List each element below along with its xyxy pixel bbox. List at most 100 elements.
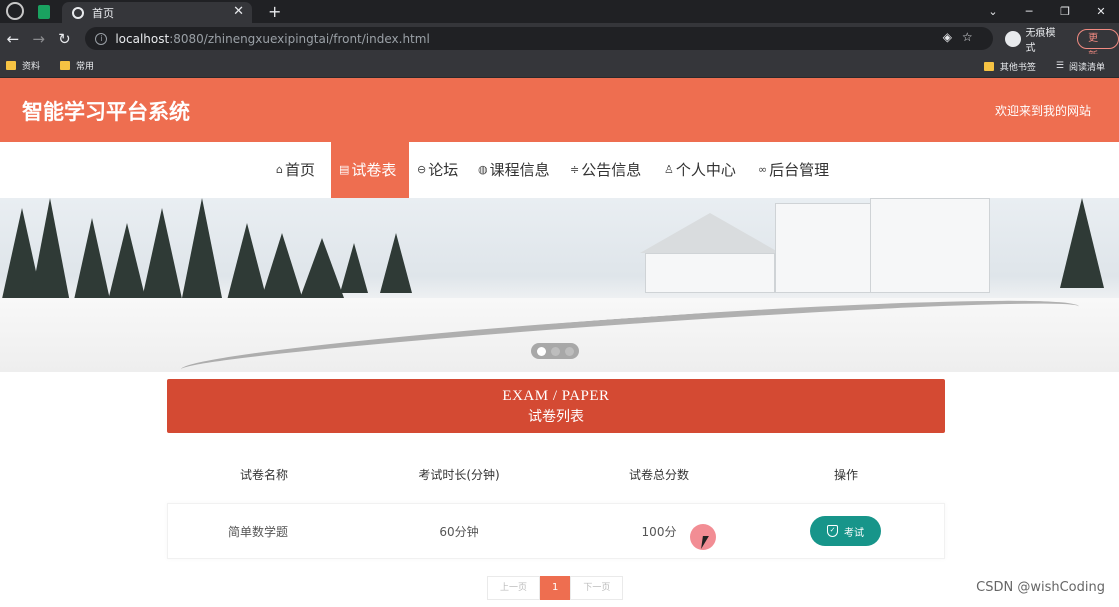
banner-house — [870, 198, 990, 293]
table-header-duration: 考试时长(分钟) — [418, 468, 500, 482]
nav-label: 后台管理 — [769, 161, 830, 179]
carousel-indicator — [531, 343, 579, 359]
star-icon[interactable]: ◈☆ — [943, 30, 983, 44]
banner-tree — [380, 233, 412, 293]
pinned-tab-icon[interactable] — [38, 5, 50, 19]
address-bar-row: ← → ↻ i localhost :8080/zhinengxuexiping… — [0, 23, 1119, 62]
chevron-down-icon[interactable]: ⌄ — [975, 5, 1011, 18]
user-icon: ♙ — [664, 163, 674, 176]
paper-name-cell: 简单数学题 — [227, 525, 288, 539]
browser-tab-bar: 首页 ✕ + ⌄ ─ ❐ ✕ — [0, 0, 1119, 23]
section-title-en: EXAM / PAPER — [502, 388, 610, 404]
banner-tree — [340, 243, 368, 293]
table-header-action: 操作 — [833, 468, 858, 482]
restore-icon[interactable]: ❐ — [1047, 5, 1083, 18]
next-page-button[interactable]: 下一页 — [570, 576, 624, 600]
reload-icon[interactable]: ↻ — [52, 30, 78, 48]
pagination: 上一页 1 下一页 — [487, 576, 624, 600]
folder-icon — [983, 61, 994, 71]
hero-banner[interactable] — [0, 198, 1119, 372]
bookmark-folder[interactable]: 常用 — [60, 59, 94, 72]
url-input[interactable]: i localhost :8080/zhinengxuexipingtai/fr… — [85, 27, 993, 50]
nav-label: 论坛 — [428, 161, 459, 179]
nav-label: 试卷表 — [351, 161, 397, 179]
notice-icon: ≑ — [570, 163, 580, 176]
exam-button[interactable]: ✓ 考试 — [810, 516, 881, 546]
course-icon: ◍ — [478, 163, 488, 176]
nav-item-profile[interactable]: ♙ 个人中心 — [656, 142, 744, 198]
banner-tree — [300, 238, 344, 298]
url-path: :8080/zhinengxuexipingtai/front/index.ht… — [169, 31, 430, 46]
welcome-text: 欢迎来到我的网站 — [994, 104, 1091, 118]
carousel-dot[interactable] — [550, 346, 560, 356]
paper-icon: ▤ — [339, 163, 350, 176]
bookmark-label: 常用 — [76, 62, 95, 72]
table-header-score: 试卷总分数 — [628, 468, 689, 482]
info-icon[interactable]: i — [95, 32, 108, 45]
banner-tree — [1060, 198, 1104, 288]
home-icon: ⌂ — [276, 163, 283, 176]
browser-tab-active[interactable]: 首页 ✕ — [62, 2, 252, 23]
carousel-dot[interactable] — [564, 346, 574, 356]
folder-icon — [60, 61, 71, 70]
banner-tree — [140, 208, 184, 308]
bookmarks-bar: 资料 常用 其他书签 ☰ 阅读清单 — [0, 54, 1119, 78]
banner-tree — [28, 198, 72, 313]
close-icon[interactable]: ✕ — [233, 4, 244, 19]
forward-icon[interactable]: → — [26, 30, 52, 48]
forum-icon: ⊖ — [417, 163, 427, 176]
shield-check-icon: ✓ — [827, 525, 838, 537]
update-button[interactable]: 更新 — [1077, 28, 1119, 62]
prev-page-button[interactable]: 上一页 — [487, 576, 541, 600]
exam-button-label: 考试 — [844, 527, 864, 539]
table-header-name: 试卷名称 — [239, 468, 288, 482]
nav-label: 个人中心 — [675, 161, 736, 179]
minimize-icon[interactable]: ─ — [1011, 5, 1047, 18]
paper-score-cell: 100分 — [641, 525, 677, 539]
window-close-icon[interactable]: ✕ — [1083, 5, 1119, 18]
bookmark-label: 阅读清单 — [1068, 62, 1105, 73]
nav-label: 课程信息 — [489, 161, 550, 179]
globe-icon — [72, 6, 84, 19]
bookmark-folder[interactable]: 资料 — [6, 59, 40, 72]
current-page-button[interactable]: 1 — [540, 576, 571, 600]
nav-item-home[interactable]: ⌂ 首页 — [268, 142, 323, 198]
incognito-indicator[interactable]: 无痕模式 — [1004, 24, 1065, 54]
url-host: localhost — [115, 31, 170, 46]
carousel-dot[interactable] — [536, 346, 546, 356]
nav-label: 首页 — [284, 161, 315, 179]
link-icon: ∞ — [758, 163, 768, 176]
banner-tree — [180, 198, 224, 308]
folder-icon — [6, 61, 16, 70]
main-nav: ⌂ 首页 ▤ 试卷表 ⊖ 论坛 ◍ 课程信息 ≑ 公告信息 ♙ 个人中心 ∞ 后… — [0, 142, 1119, 198]
incognito-label: 无痕模式 — [1025, 27, 1056, 54]
nav-item-notice[interactable]: ≑ 公告信息 — [562, 142, 649, 198]
site-header: 智能学习平台系统 欢迎来到我的网站 — [0, 78, 1119, 142]
bookmarks-right: 其他书签 ☰ 阅读清单 — [978, 54, 1119, 78]
banner-tree — [260, 233, 304, 303]
bookmark-label: 其他书签 — [999, 62, 1036, 73]
nav-item-admin[interactable]: ∞ 后台管理 — [750, 142, 837, 198]
paper-duration-cell: 60分钟 — [439, 525, 479, 539]
chrome-menu-icon[interactable] — [6, 2, 24, 20]
nav-label: 公告信息 — [581, 161, 642, 179]
banner-roof — [640, 213, 780, 253]
site-title: 智能学习平台系统 — [22, 100, 190, 124]
reading-list[interactable]: ☰ 阅读清单 — [1056, 60, 1105, 73]
banner-house — [775, 203, 875, 293]
new-tab-button[interactable]: + — [268, 2, 281, 21]
banner-house — [645, 253, 775, 293]
back-icon[interactable]: ← — [0, 30, 26, 48]
incognito-icon — [1004, 30, 1021, 47]
window-controls: ⌄ ─ ❐ ✕ — [975, 0, 1119, 23]
bookmark-label: 资料 — [22, 62, 41, 72]
nav-item-papers[interactable]: ▤ 试卷表 — [331, 142, 409, 198]
reading-list-icon: ☰ — [1055, 61, 1064, 71]
section-title-banner: EXAM / PAPER 试卷列表 — [167, 379, 945, 433]
nav-item-forum[interactable]: ⊖ 论坛 — [409, 142, 466, 198]
watermark: CSDN @wishCoding — [976, 580, 1105, 595]
nav-item-course[interactable]: ◍ 课程信息 — [470, 142, 558, 198]
section-title-zh: 试卷列表 — [528, 409, 584, 425]
bookmark-folder-other[interactable]: 其他书签 — [983, 60, 1036, 73]
tab-title: 首页 — [92, 6, 114, 20]
